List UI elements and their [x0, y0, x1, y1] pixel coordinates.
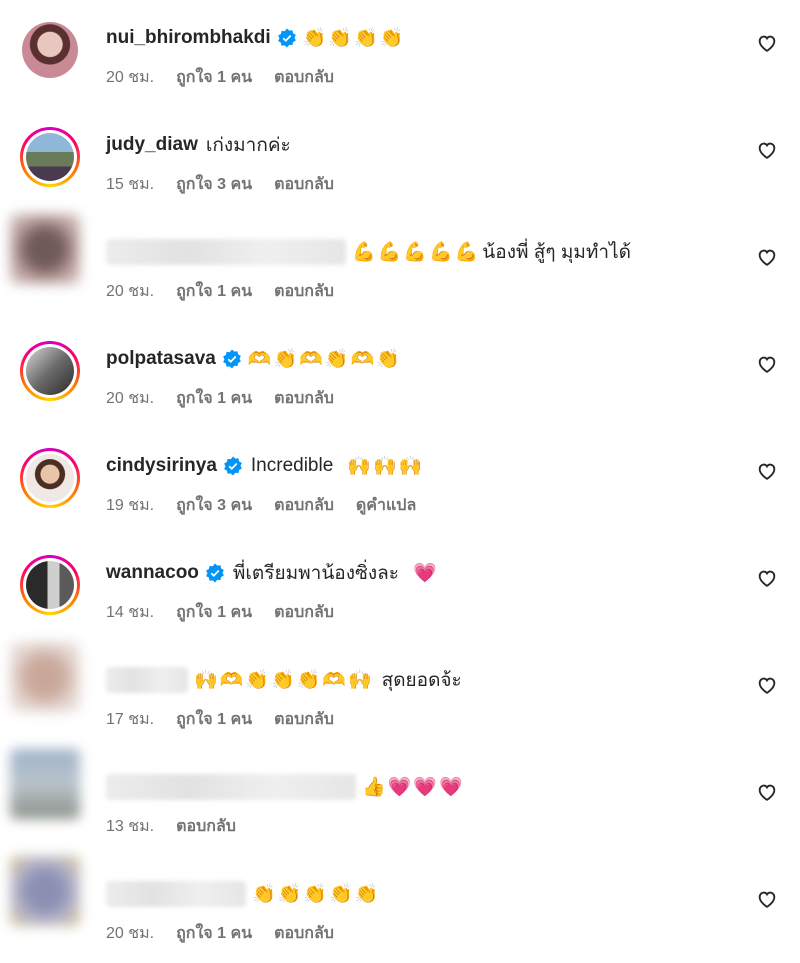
- username[interactable]: cindysirinya: [106, 455, 217, 477]
- reply-button[interactable]: ตอบกลับ: [274, 707, 334, 732]
- likes-count[interactable]: ถูกใจ 3 คน: [176, 172, 252, 197]
- comment-text: เก่งมากค่ะ: [205, 135, 291, 156]
- likes-count[interactable]: ถูกใจ 1 คน: [176, 707, 252, 732]
- likes-count[interactable]: ถูกใจ 1 คน: [176, 279, 252, 304]
- username[interactable]: judy_diaw: [106, 134, 198, 156]
- comment-text: น้องพี่ สู้ๆ มุมทำได้: [482, 242, 631, 263]
- heart-outline-icon[interactable]: [756, 460, 778, 482]
- comment-item: polpatasava 🫶👏🫶👏🫶👏 20 ชม. ถูกใจ 1 คน ตอบ…: [0, 321, 800, 428]
- verified-badge-icon: [206, 563, 224, 583]
- username-redacted[interactable]: [106, 774, 356, 800]
- avatar[interactable]: [20, 20, 80, 80]
- verified-badge-icon: [224, 456, 242, 476]
- comment-item: cindysirinya Incredible 🙌🙌🙌 19 ชม. ถูกใจ…: [0, 428, 800, 535]
- comment-item: 👍💗💗💗 13 ชม. ตอบกลับ: [0, 749, 800, 856]
- heart-outline-icon[interactable]: [756, 674, 778, 696]
- avatar[interactable]: [20, 127, 80, 187]
- reply-button[interactable]: ตอบกลับ: [274, 279, 334, 304]
- heart-outline-icon[interactable]: [756, 246, 778, 268]
- comment-time[interactable]: 20 ชม.: [106, 279, 154, 304]
- translate-button[interactable]: ดูคำแปล: [356, 493, 416, 518]
- comment-item: 🙌🫶👏👏👏🫶🙌 สุดยอดจ้ะ 17 ชม. ถูกใจ 1 คน ตอบก…: [0, 642, 800, 749]
- comment-emojis: 💪💪💪💪💪: [352, 242, 481, 263]
- comment-time[interactable]: 20 ชม.: [106, 921, 154, 946]
- comment-text: Incredible: [250, 455, 334, 476]
- reply-button[interactable]: ตอบกลับ: [176, 814, 236, 839]
- comment-item: 👏👏👏👏👏 20 ชม. ถูกใจ 1 คน ตอบกลับ: [0, 856, 800, 963]
- comment-time[interactable]: 15 ชม.: [106, 172, 154, 197]
- username-redacted[interactable]: [106, 239, 346, 265]
- heart-outline-icon[interactable]: [756, 139, 778, 161]
- likes-count[interactable]: ถูกใจ 1 คน: [176, 386, 252, 411]
- verified-badge-icon: [222, 349, 241, 369]
- comment-emojis: 👍💗💗💗: [362, 777, 465, 798]
- avatar[interactable]: [10, 214, 80, 284]
- avatar[interactable]: [20, 448, 80, 508]
- reply-button[interactable]: ตอบกลับ: [274, 493, 334, 518]
- avatar[interactable]: [10, 642, 80, 712]
- comment-time[interactable]: 17 ชม.: [106, 707, 154, 732]
- heart-outline-icon[interactable]: [756, 888, 778, 910]
- comment-text: สุดยอดจ้ะ: [381, 670, 462, 691]
- comment-item: nui_bhirombhakdi 👏👏👏👏 20 ชม. ถูกใจ 1 คน …: [0, 0, 800, 107]
- likes-count[interactable]: ถูกใจ 3 คน: [176, 493, 252, 518]
- comment-emojis: 🙌🫶👏👏👏🫶🙌: [194, 670, 374, 691]
- heart-outline-icon[interactable]: [756, 353, 778, 375]
- username-redacted[interactable]: [106, 881, 246, 907]
- reply-button[interactable]: ตอบกลับ: [274, 921, 334, 946]
- verified-badge-icon: [277, 28, 296, 48]
- likes-count[interactable]: ถูกใจ 1 คน: [176, 65, 252, 90]
- comment-emojis: 👏👏👏👏👏: [252, 884, 381, 905]
- comment-emojis: 💗: [413, 563, 439, 584]
- comment-time[interactable]: 20 ชม.: [106, 65, 154, 90]
- reply-button[interactable]: ตอบกลับ: [274, 172, 334, 197]
- comment-emojis: 🙌🙌🙌: [347, 456, 425, 477]
- likes-count[interactable]: ถูกใจ 1 คน: [176, 600, 252, 625]
- comment-time[interactable]: 13 ชม.: [106, 814, 154, 839]
- reply-button[interactable]: ตอบกลับ: [274, 386, 334, 411]
- comment-item: 💪💪💪💪💪 น้องพี่ สู้ๆ มุมทำได้ 20 ชม. ถูกใจ…: [0, 214, 800, 321]
- avatar[interactable]: [20, 555, 80, 615]
- username[interactable]: nui_bhirombhakdi: [106, 27, 271, 49]
- comment-emojis: 👏👏👏👏: [302, 28, 406, 49]
- comment-item: judy_diaw เก่งมากค่ะ 15 ชม. ถูกใจ 3 คน ต…: [0, 107, 800, 214]
- username[interactable]: wannacoo: [106, 562, 199, 584]
- comment-item: wannacoo พี่เตรียมพาน้องซิ่งละ 💗 14 ชม. …: [0, 535, 800, 642]
- heart-outline-icon[interactable]: [756, 32, 778, 54]
- username[interactable]: polpatasava: [106, 348, 216, 370]
- likes-count[interactable]: ถูกใจ 1 คน: [176, 921, 252, 946]
- comment-time[interactable]: 19 ชม.: [106, 493, 154, 518]
- avatar[interactable]: [10, 856, 80, 926]
- comment-text: พี่เตรียมพาน้องซิ่งละ: [232, 563, 400, 584]
- comment-emojis: 🫶👏🫶👏🫶👏: [247, 349, 402, 370]
- username-redacted[interactable]: [106, 667, 188, 693]
- reply-button[interactable]: ตอบกลับ: [274, 600, 334, 625]
- heart-outline-icon[interactable]: [756, 781, 778, 803]
- reply-button[interactable]: ตอบกลับ: [274, 65, 334, 90]
- heart-outline-icon[interactable]: [756, 567, 778, 589]
- avatar[interactable]: [10, 749, 80, 819]
- comment-time[interactable]: 20 ชม.: [106, 386, 154, 411]
- avatar[interactable]: [20, 341, 80, 401]
- comment-time[interactable]: 14 ชม.: [106, 600, 154, 625]
